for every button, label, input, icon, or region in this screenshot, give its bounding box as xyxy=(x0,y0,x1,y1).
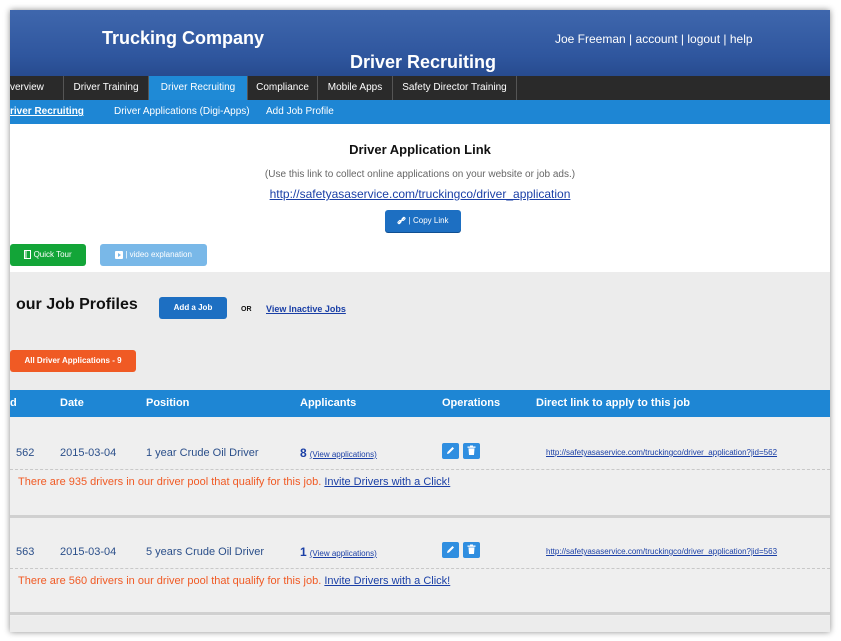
link-separator: | xyxy=(680,32,685,46)
page-subtitle: Driver Recruiting xyxy=(350,52,497,72)
header-direct-link: Direct link to apply to this job xyxy=(536,397,691,409)
job-date: 2015-03-04 xyxy=(60,447,117,459)
edit-button[interactable] xyxy=(442,542,459,558)
browser-frame: Trucking Company Joe Freeman | account |… xyxy=(10,10,830,632)
driver-pool-message: There are 935 drivers in our driver pool… xyxy=(18,476,450,488)
trash-icon xyxy=(467,544,476,554)
driver-pool-message: There are 560 drivers in our driver pool… xyxy=(18,575,450,587)
page-header: Trucking Company Joe Freeman | account |… xyxy=(10,10,830,76)
tab-driver-training[interactable]: Driver Training xyxy=(64,76,149,100)
logout-link[interactable]: logout xyxy=(687,32,720,46)
link-icon xyxy=(397,217,406,225)
pool-text: There are 935 drivers in our driver pool… xyxy=(18,476,322,488)
trash-icon xyxy=(467,445,476,455)
video-label: | video explanation xyxy=(125,250,192,259)
tab-driver-recruiting[interactable]: Driver Recruiting xyxy=(149,76,248,100)
job-date: 2015-03-04 xyxy=(60,546,117,558)
pencil-icon xyxy=(447,447,454,454)
view-inactive-jobs-link[interactable]: View Inactive Jobs xyxy=(266,304,346,314)
tab-mobile-apps[interactable]: Mobile Apps xyxy=(318,76,393,100)
subnav-driver-recruiting[interactable]: river Recruiting xyxy=(10,100,84,124)
direct-apply-link[interactable]: http://safetyasaservice.com/truckingco/d… xyxy=(546,448,777,457)
copy-link-label: | Copy Link xyxy=(408,216,449,225)
job-profiles-title: our Job Profiles xyxy=(16,296,138,313)
quick-tour-label: Quick Tour xyxy=(33,250,72,259)
direct-apply-link[interactable]: http://safetyasaservice.com/truckingco/d… xyxy=(546,547,777,556)
user-name: Joe Freeman xyxy=(555,32,626,46)
applicants-cell: 8 (View applications) xyxy=(300,446,377,460)
applicant-count: 1 xyxy=(300,545,307,559)
table-row: 563 2015-03-04 5 years Crude Oil Driver … xyxy=(10,518,830,616)
subnav-add-job-profile[interactable]: Add Job Profile xyxy=(266,100,334,124)
application-url[interactable]: http://safetyasaservice.com/truckingco/d… xyxy=(10,187,830,201)
quick-tour-button[interactable]: Quick Tour xyxy=(10,244,86,266)
or-label: OR xyxy=(241,306,252,313)
book-icon xyxy=(24,250,32,260)
pool-text: There are 560 drivers in our driver pool… xyxy=(18,575,322,587)
row-separator xyxy=(10,612,830,615)
section-title: Driver Application Link xyxy=(349,142,491,157)
job-id: 563 xyxy=(16,546,35,558)
header-date: Date xyxy=(60,397,84,409)
row-divider xyxy=(10,469,830,470)
applicants-cell: 1 (View applications) xyxy=(300,545,377,559)
job-id: 562 xyxy=(16,447,35,459)
invite-drivers-link[interactable]: Invite Drivers with a Click! xyxy=(324,575,450,587)
link-separator: | xyxy=(723,32,727,46)
company-name: Trucking Company xyxy=(102,28,265,48)
job-position: 1 year Crude Oil Driver xyxy=(146,447,259,459)
applicant-count: 8 xyxy=(300,446,307,460)
row-divider xyxy=(10,568,830,569)
tab-safety-director-training[interactable]: Safety Director Training xyxy=(393,76,517,100)
play-icon xyxy=(115,250,124,259)
video-explanation-button[interactable]: | video explanation xyxy=(100,244,207,266)
add-job-button[interactable]: Add a Job xyxy=(159,297,227,319)
account-link[interactable]: account xyxy=(636,32,678,46)
job-position: 5 years Crude Oil Driver xyxy=(146,546,264,558)
subnav-driver-applications[interactable]: Driver Applications (Digi-Apps) xyxy=(114,100,250,124)
header-id: d xyxy=(10,397,17,409)
table-row: 562 2015-03-04 1 year Crude Oil Driver 8… xyxy=(10,417,830,515)
all-driver-applications-button[interactable]: All Driver Applications - 9 xyxy=(10,350,136,372)
invite-drivers-link[interactable]: Invite Drivers with a Click! xyxy=(324,476,450,488)
jobs-table-header: d Date Position Applicants Operations Di… xyxy=(10,390,830,417)
section-hint: (Use this link to collect online applica… xyxy=(264,169,576,180)
user-links: Joe Freeman | account | logout | help xyxy=(555,32,753,46)
delete-button[interactable] xyxy=(463,443,480,459)
header-applicants: Applicants xyxy=(300,397,357,409)
view-applications-link[interactable]: (View applications) xyxy=(310,549,377,558)
header-operations: Operations xyxy=(442,397,501,409)
copy-link-button[interactable]: | Copy Link xyxy=(385,210,461,232)
help-link[interactable]: help xyxy=(730,32,753,46)
pencil-icon xyxy=(447,546,454,553)
main-nav: verview Driver Training Driver Recruitin… xyxy=(10,76,830,100)
header-position: Position xyxy=(146,397,190,409)
tab-overview[interactable]: verview xyxy=(10,76,64,100)
edit-button[interactable] xyxy=(442,443,459,459)
view-applications-link[interactable]: (View applications) xyxy=(310,450,377,459)
link-separator: | xyxy=(629,32,633,46)
sub-nav: river Recruiting Driver Applications (Di… xyxy=(10,100,830,124)
tab-compliance[interactable]: Compliance xyxy=(248,76,318,100)
delete-button[interactable] xyxy=(463,542,480,558)
